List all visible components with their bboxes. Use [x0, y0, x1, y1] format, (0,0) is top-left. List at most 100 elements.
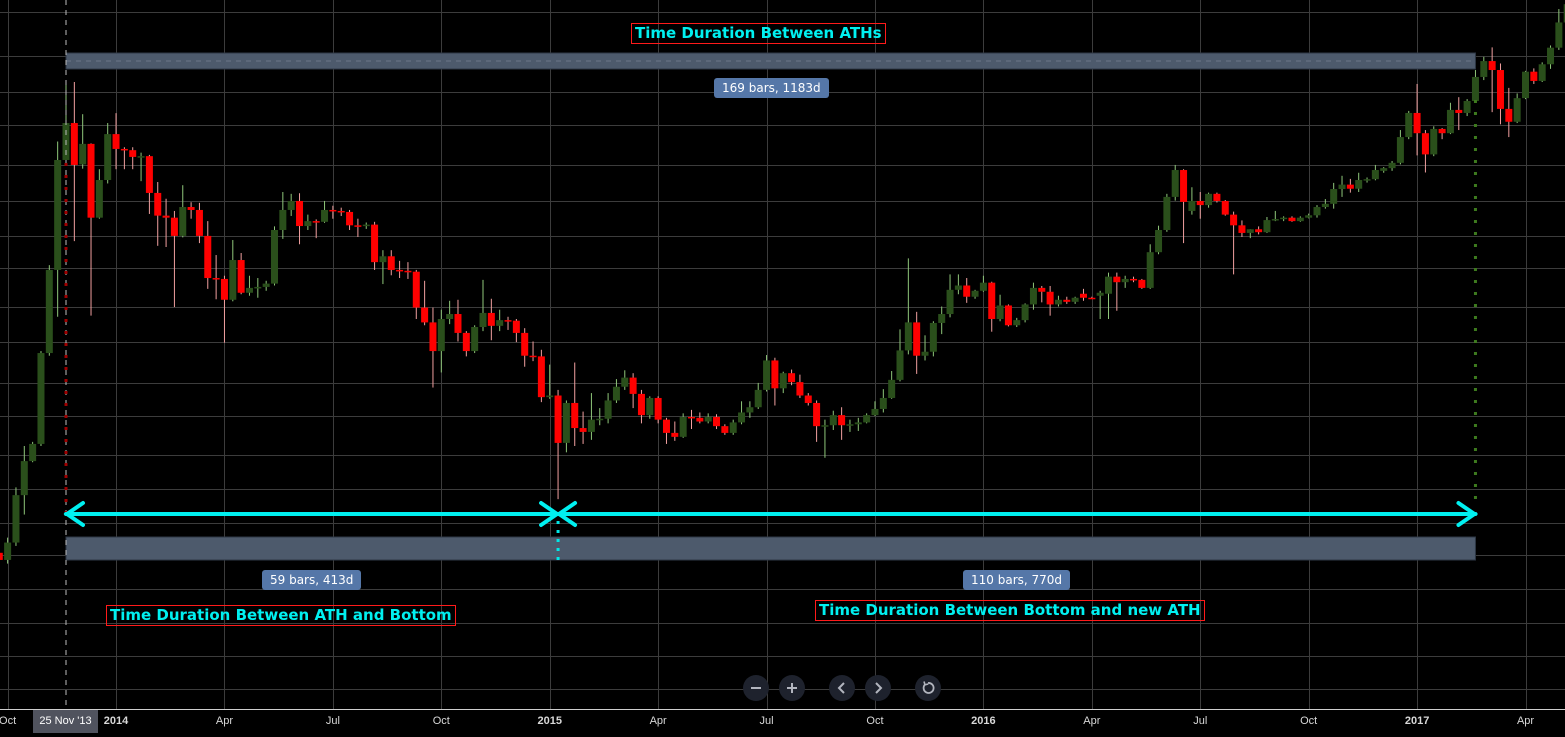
candle-body [1171, 170, 1179, 197]
time-axis-tick-label: Oct [0, 715, 17, 727]
candle-body [821, 425, 829, 427]
candle-body [1196, 200, 1204, 206]
candle-down [1180, 169, 1188, 244]
candle-body [1330, 189, 1338, 204]
candle-body [496, 320, 504, 326]
candle-body [938, 314, 946, 323]
candle-body [162, 215, 170, 218]
crosshair-date-label: 25 Nov '13 [33, 710, 98, 733]
candle-body [971, 290, 979, 297]
candle-body [396, 269, 404, 272]
candle-body [1088, 297, 1096, 300]
candle-body [929, 322, 937, 352]
chevron-left-icon [837, 682, 845, 694]
candle-body [346, 211, 354, 226]
candle-body [437, 319, 445, 352]
candle-up [271, 226, 278, 286]
candle-body [287, 200, 295, 210]
candle-body [1346, 184, 1354, 189]
candle-body [1146, 252, 1154, 288]
candle-body [29, 443, 37, 462]
candle-up [921, 335, 929, 361]
candle-down [1088, 296, 1096, 300]
candle-body [229, 260, 237, 300]
candle-body [1355, 180, 1363, 189]
candle-body [371, 224, 379, 263]
candle-body [1013, 320, 1021, 326]
candle-down [637, 389, 645, 424]
candle-down [1138, 278, 1146, 289]
time-axis-tick-label: Apr [1083, 715, 1101, 727]
note-bottom-to-ath-title[interactable]: Time Duration Between Bottom and new ATH [815, 600, 1205, 621]
candle-down [1046, 285, 1054, 316]
time-axis-tick-label: Oct [866, 715, 884, 727]
scroll-right-button[interactable] [865, 675, 891, 701]
candle-up [871, 401, 879, 417]
candle-down [1230, 211, 1238, 275]
candle-up [229, 240, 237, 302]
candle-body [37, 353, 45, 444]
candle-body [0, 552, 3, 560]
candle-body [888, 379, 896, 398]
candle-body [1455, 109, 1463, 113]
candle-body [871, 408, 879, 416]
candle-up [854, 417, 862, 431]
candle-body [1121, 278, 1129, 283]
zoom-out-button[interactable] [743, 675, 769, 701]
candle-up [12, 487, 20, 546]
candle-up [4, 537, 12, 564]
note-ath-to-bottom-title[interactable]: Time Duration Between ATH and Bottom [106, 605, 456, 626]
time-axis-tick-label: Jul [1193, 715, 1208, 727]
candle-body [587, 419, 595, 432]
candle-down [346, 209, 354, 230]
chart-root[interactable]: Time Duration Between ATHs 169 bars, 118… [0, 0, 1565, 737]
candle-up [821, 419, 829, 458]
candle-up [604, 393, 612, 424]
candle-up [1388, 161, 1396, 171]
candle-up [279, 192, 287, 239]
candle-body [504, 320, 512, 322]
candle-up [1105, 272, 1112, 320]
candle-body [304, 221, 312, 227]
candle-body [1522, 71, 1529, 99]
candlestick-chart[interactable] [0, 0, 1565, 737]
zoom-in-button[interactable] [779, 675, 805, 701]
reset-icon [922, 681, 935, 694]
candle-body [387, 256, 395, 270]
candle-body [1321, 203, 1329, 208]
candle-body [746, 407, 754, 413]
candle-body [404, 270, 412, 273]
candle-body [713, 416, 721, 427]
candle-body [604, 400, 612, 419]
candle-body [688, 416, 695, 419]
candle-up [1313, 205, 1321, 218]
candle-body [1079, 293, 1087, 298]
scroll-left-button[interactable] [829, 675, 855, 701]
candle-body [1480, 61, 1488, 77]
reset-chart-button[interactable] [915, 675, 941, 701]
candle-body [1163, 196, 1171, 230]
plus-icon [787, 683, 797, 693]
candle-body [379, 256, 387, 263]
candle-up [779, 371, 787, 394]
candle-body [1188, 200, 1196, 211]
candle-body [1230, 214, 1238, 226]
candle-body [1280, 217, 1288, 220]
candle-body [212, 278, 220, 280]
candle-down [554, 389, 562, 500]
note-ath-to-ath-title[interactable]: Time Duration Between ATHs [631, 23, 886, 44]
candle-body [145, 156, 153, 193]
candle-up [446, 300, 454, 325]
candle-body [462, 332, 470, 352]
candle-body [1547, 47, 1555, 65]
candle-up [738, 401, 746, 425]
candle-up [979, 275, 987, 292]
candle-body [621, 377, 629, 387]
candle-down [387, 250, 395, 276]
candle-down [220, 275, 228, 343]
candle-body [12, 495, 20, 543]
candle-body [1430, 128, 1438, 155]
candle-down [696, 412, 704, 424]
candle-body [1029, 287, 1037, 305]
candle-body [1513, 98, 1521, 122]
